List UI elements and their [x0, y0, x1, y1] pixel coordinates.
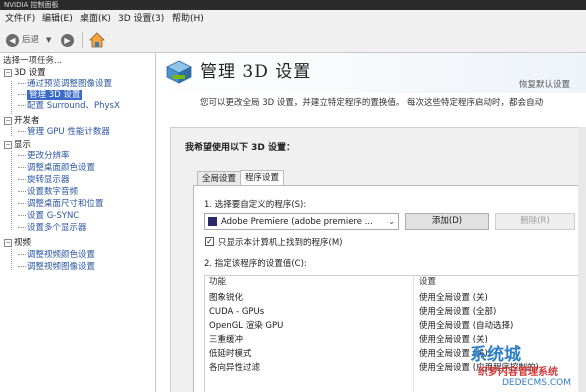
toolbar: ◀ 后退 ▼ ▶ — [0, 28, 586, 53]
tree-item-desktop-color-settings[interactable]: 调整桌面颜色设置 — [18, 163, 95, 174]
tab-program-settings[interactable]: 程序设置 — [240, 170, 285, 186]
program-select-value: Adobe Premiere (adobe premiere ... — [221, 217, 373, 227]
tree-item-digital-audio[interactable]: 设置数字音频 — [18, 187, 78, 198]
watermark: 系统城 织梦内容管理系统 DEDECMS.COM — [464, 340, 586, 392]
tree-header: 选择一项任务... — [3, 56, 63, 66]
tree-item-multiple-displays[interactable]: 设置多个显示器 — [18, 223, 87, 234]
menu-file[interactable]: 文件(F) — [5, 12, 35, 26]
tree-item-preview-image-settings[interactable]: 通过预览调整图像设置 — [18, 79, 112, 90]
show-local-programs-label: 只显示本计算机上找到的程序(M) — [218, 238, 343, 248]
menu-desktop[interactable]: 桌面(K) — [80, 12, 111, 26]
table-row[interactable]: CUDA - GPUs 使用全局设置 (全部) — [205, 306, 586, 319]
table-row[interactable]: 图象锐化 使用全局设置 (关) — [205, 292, 586, 305]
tree-connector — [11, 127, 12, 136]
back-button[interactable]: 后退 — [22, 35, 39, 46]
description-text: 您可以更改全局 3D 设置，并建立特定程序的置换值。 每次这些特定程序启动时，都… — [200, 98, 544, 108]
program-select[interactable]: Adobe Premiere (adobe premiere ... ⌄ — [204, 213, 399, 230]
show-local-programs-checkbox[interactable]: ✓ — [205, 237, 214, 246]
settings-question: 我希望使用以下 3D 设置： — [185, 143, 296, 153]
menu-help[interactable]: 帮助(H) — [172, 12, 204, 26]
page-title: 管理 3D 设置 — [200, 62, 312, 82]
menu-edit[interactable]: 编辑(E) — [42, 12, 73, 26]
step2-label: 2. 指定该程序的设置值(C): — [204, 259, 307, 269]
tree-category-video[interactable]: − 视频 — [4, 238, 31, 249]
task-tree-panel: 选择一项任务... −3D 设置 通过预览调整图像设置 管理 3D 设置 配置 … — [0, 53, 156, 392]
table-row[interactable]: OpenGL 渲染 GPU 使用全局设置 (自动选择) — [205, 320, 586, 333]
tree-connector — [11, 81, 12, 114]
tree-item-video-image-settings[interactable]: 调整视频图像设置 — [18, 262, 95, 273]
grid-header-feature: 功能 — [209, 277, 227, 287]
3d-settings-icon — [166, 60, 192, 84]
tree-item-configure-surround-physx[interactable]: 配置 Surround、PhysX — [18, 101, 120, 112]
menu-3d-settings[interactable]: 3D 设置(3) — [118, 12, 164, 26]
page-description: 您可以更改全局 3D 设置，并建立特定程序的置换值。 每次这些特定程序启动时，都… — [156, 93, 586, 117]
tree-item-rotate-display[interactable]: 旋转显示器 — [18, 175, 70, 186]
window-title: NVIDIA 控制面板 — [4, 1, 59, 9]
remove-program-button[interactable]: 删除(R) — [495, 213, 575, 230]
grid-header-setting: 设置 — [419, 277, 437, 287]
page-header: 管理 3D 设置 恢复默认设置 — [156, 53, 586, 93]
watermark-domain: DEDECMS.COM — [502, 378, 571, 388]
chevron-down-icon: ⌄ — [388, 217, 395, 226]
menu-bar: 文件(F) 编辑(E) 桌面(K) 3D 设置(3) 帮助(H) — [0, 10, 586, 28]
watermark-logo-text: 系统城 — [470, 345, 521, 365]
tree-item-manage-3d-settings[interactable]: 管理 3D 设置 — [18, 90, 83, 101]
tree-category-display[interactable]: − 显示 — [4, 140, 31, 151]
tree-category-developer[interactable]: − 开发者 — [4, 116, 40, 127]
back-arrow-icon[interactable]: ◀ — [6, 34, 19, 47]
toolbar-divider — [82, 32, 83, 48]
watermark-subtitle: 织梦内容管理系统 — [478, 367, 558, 378]
home-icon[interactable] — [89, 32, 105, 48]
tree-item-video-color-settings[interactable]: 调整视频颜色设置 — [18, 250, 95, 261]
restore-defaults-link[interactable]: 恢复默认设置 — [519, 78, 570, 90]
forward-arrow-icon[interactable]: ▶ — [61, 34, 74, 47]
tree-item-desktop-size-position[interactable]: 调整桌面尺寸和位置 — [18, 199, 104, 210]
tree-item-change-resolution[interactable]: 更改分辨率 — [18, 151, 70, 162]
title-bar: NVIDIA 控制面板 — [0, 0, 586, 10]
tree-category-3d-settings[interactable]: −3D 设置 — [4, 68, 46, 79]
premiere-app-icon — [208, 217, 217, 226]
tree-connector — [11, 151, 12, 230]
back-dropdown-icon[interactable]: ▼ — [46, 35, 51, 46]
tab-global-settings[interactable]: 全局设置 — [197, 171, 242, 186]
tree-item-gpu-performance-counters[interactable]: 管理 GPU 性能计数器 — [18, 127, 110, 138]
tree-item-set-gsync[interactable]: 设置 G-SYNC — [18, 211, 79, 222]
add-program-button[interactable]: 添加(D) — [405, 213, 489, 230]
tree-connector — [11, 249, 12, 270]
step1-label: 1. 选择要自定义的程序(S): — [204, 200, 307, 210]
